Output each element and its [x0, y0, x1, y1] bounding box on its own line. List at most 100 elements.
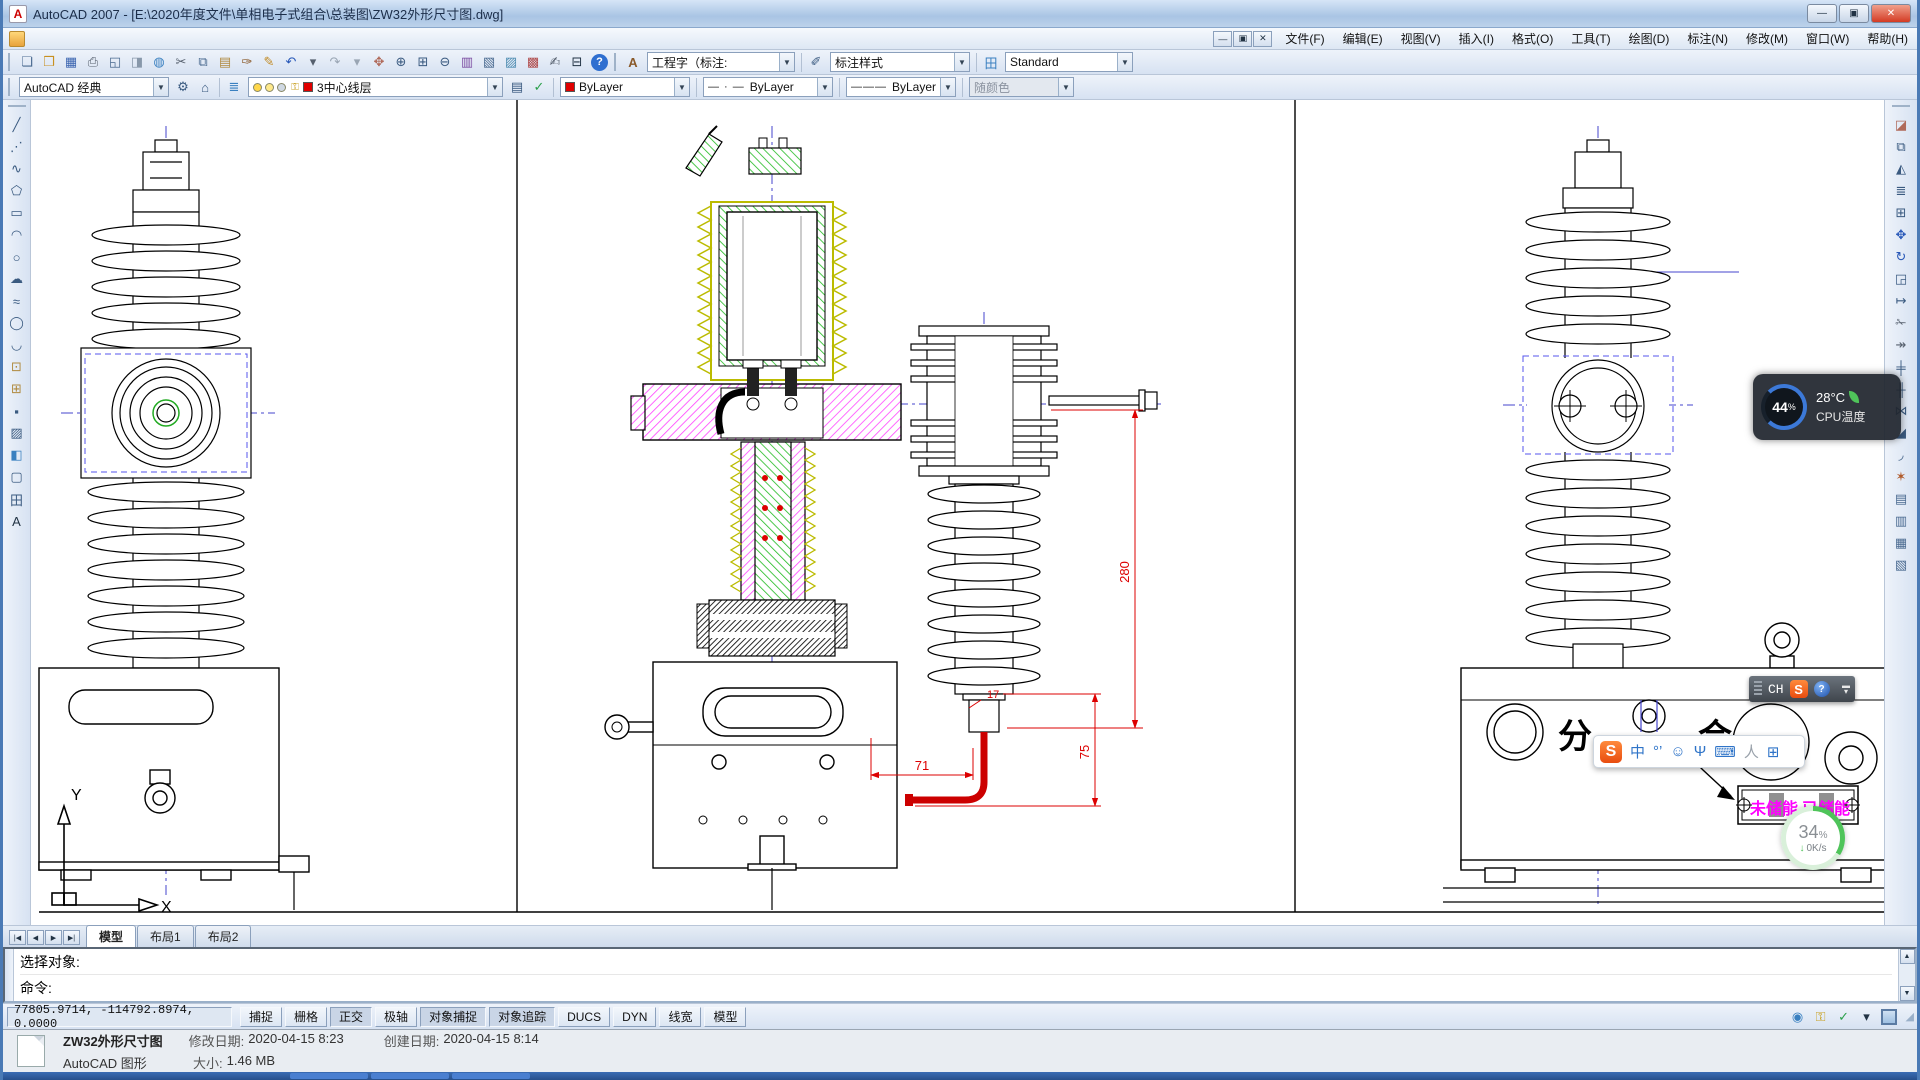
command-window[interactable]: 选择对象: 命令: ▲ ▼	[3, 947, 1917, 1003]
chevron-down-icon[interactable]: ▼	[1117, 53, 1132, 71]
draworder-under-icon[interactable]: ▧	[1890, 554, 1912, 576]
properties-icon[interactable]: ▥	[456, 52, 478, 73]
toolbox-icon[interactable]: ⊞	[1767, 743, 1780, 761]
rectangle-icon[interactable]: ▭	[6, 202, 28, 224]
clean-screen-button[interactable]	[1881, 1009, 1897, 1025]
stretch-icon[interactable]: ↦	[1890, 290, 1912, 312]
chevron-down-icon[interactable]: ▼	[940, 78, 955, 96]
language-bar[interactable]: CH S ? ▬▾	[1749, 676, 1855, 702]
mdi-minimize-button[interactable]: —	[1213, 31, 1232, 47]
gradient-icon[interactable]: ◧	[6, 444, 28, 466]
hatch-icon[interactable]: ▨	[6, 422, 28, 444]
pan-icon[interactable]: ✥	[368, 52, 390, 73]
scroll-down-icon[interactable]: ▼	[1900, 986, 1915, 1001]
color-control-dropdown[interactable]: ByLayer ▼	[560, 77, 690, 97]
chevron-down-icon[interactable]: ▼	[487, 78, 502, 96]
menu-item[interactable]: 视图(V)	[1392, 28, 1450, 49]
point-icon[interactable]: ▪	[6, 400, 28, 422]
drawing-canvas[interactable]: Y X	[31, 100, 1884, 925]
open-file-icon[interactable]: ❒	[38, 52, 60, 73]
scroll-up-icon[interactable]: ▲	[1900, 949, 1915, 964]
language-indicator[interactable]: CH	[1768, 682, 1784, 697]
markup-icon[interactable]: ✍	[544, 52, 566, 73]
voice-input-icon[interactable]: Ψ	[1694, 743, 1707, 760]
taskbar-button[interactable]	[452, 1073, 530, 1079]
menu-item[interactable]: 绘图(D)	[1620, 28, 1679, 49]
arc-icon[interactable]: ◠	[6, 224, 28, 246]
text-style-icon[interactable]: A	[622, 52, 644, 73]
taskbar-button[interactable]	[371, 1073, 449, 1079]
tab-layout1[interactable]: 布局1	[137, 925, 194, 947]
punctuation-icon[interactable]: °’	[1653, 743, 1662, 760]
ellipse-icon[interactable]: ◯	[6, 312, 28, 334]
drag-handle-icon[interactable]	[1754, 681, 1762, 697]
draworder-front-icon[interactable]: ▤	[1890, 488, 1912, 510]
mtext-icon[interactable]: A	[6, 510, 28, 532]
extend-icon[interactable]: ↠	[1890, 334, 1912, 356]
menu-item[interactable]: 编辑(E)	[1334, 28, 1392, 49]
ellipse-arc-icon[interactable]: ◡	[6, 334, 28, 356]
revision-cloud-icon[interactable]: ☁	[6, 268, 28, 290]
menu-item[interactable]: 文件(F)	[1276, 28, 1333, 49]
redo-icon[interactable]: ↷	[324, 52, 346, 73]
plot-icon[interactable]: ⎙	[82, 52, 104, 73]
insert-block-icon[interactable]: ⊡	[6, 356, 28, 378]
layer-states-icon[interactable]: ▤	[506, 77, 528, 98]
annotation-icon[interactable]: ✓	[1835, 1008, 1853, 1026]
chevron-down-icon[interactable]: ▼	[817, 78, 832, 96]
command-scrollbar[interactable]: ▲ ▼	[1898, 949, 1915, 1001]
construction-line-icon[interactable]: ⋰	[6, 136, 28, 158]
menu-item[interactable]: 窗口(W)	[1797, 28, 1858, 49]
draworder-above-icon[interactable]: ▦	[1890, 532, 1912, 554]
table-icon[interactable]: 田	[6, 488, 28, 510]
zoom-realtime-icon[interactable]: ⊕	[390, 52, 412, 73]
communication-center-icon[interactable]: ◉	[1789, 1008, 1807, 1026]
fillet-icon[interactable]: ◞	[1890, 444, 1912, 466]
layer-color-swatch[interactable]	[303, 82, 313, 92]
grid-toggle[interactable]: 栅格	[285, 1007, 327, 1027]
trim-icon[interactable]: ✁	[1890, 312, 1912, 334]
etransmit-icon[interactable]: ◍	[148, 52, 170, 73]
workspace-settings-icon[interactable]: ⚙	[172, 77, 194, 98]
help-icon[interactable]: ?	[591, 54, 608, 71]
tool-palettes-icon[interactable]: ▨	[500, 52, 522, 73]
my-workspace-icon[interactable]: ⌂	[194, 77, 216, 98]
table-style-icon[interactable]: 田	[980, 52, 1002, 73]
taskbar[interactable]	[3, 1072, 1917, 1080]
menu-item[interactable]: 插入(I)	[1450, 28, 1503, 49]
rotate-icon[interactable]: ↻	[1890, 246, 1912, 268]
sheetset-manager-icon[interactable]: ▩	[522, 52, 544, 73]
zoom-window-icon[interactable]: ⊞	[412, 52, 434, 73]
sogou-logo-icon[interactable]: S	[1790, 680, 1808, 698]
ime-help-icon[interactable]: ?	[1814, 681, 1830, 697]
menu-item[interactable]: 格式(O)	[1503, 28, 1562, 49]
cut-icon[interactable]: ✂	[170, 52, 192, 73]
move-icon[interactable]: ✥	[1890, 224, 1912, 246]
menu-item[interactable]: 修改(M)	[1737, 28, 1797, 49]
copy-object-icon[interactable]: ⧉	[1890, 136, 1912, 158]
download-progress-widget[interactable]: 34% ↓ 0K/s	[1781, 806, 1845, 870]
plot-preview-icon[interactable]: ◱	[104, 52, 126, 73]
tab-nav-button[interactable]: ▶	[45, 930, 62, 945]
chevron-down-icon[interactable]: ▼	[779, 53, 794, 71]
explode-icon[interactable]: ✶	[1890, 466, 1912, 488]
spline-icon[interactable]: ≈	[6, 290, 28, 312]
osnap-toggle[interactable]: 对象捕捉	[420, 1007, 486, 1027]
publish-icon[interactable]: ◨	[126, 52, 148, 73]
model-space-toggle[interactable]: 模型	[704, 1007, 746, 1027]
line-icon[interactable]: ╱	[6, 114, 28, 136]
chinese-mode-icon[interactable]: 中	[1630, 741, 1645, 762]
soft-keyboard-icon[interactable]: ⌨	[1714, 743, 1736, 761]
undo-icon[interactable]: ↶	[280, 52, 302, 73]
make-block-icon[interactable]: ⊞	[6, 378, 28, 400]
menu-item[interactable]: 标注(N)	[1678, 28, 1737, 49]
sogou-logo-icon[interactable]: S	[1600, 741, 1622, 763]
mdi-restore-button[interactable]: ▣	[1233, 31, 1252, 47]
minimize-button[interactable]: —	[1807, 4, 1837, 23]
offset-icon[interactable]: ≣	[1890, 180, 1912, 202]
mdi-close-button[interactable]: ✕	[1253, 31, 1272, 47]
chevron-down-icon[interactable]: ▼	[153, 78, 168, 96]
text-style-dropdown[interactable]: 工程字（标注:▼	[647, 52, 795, 72]
zoom-previous-icon[interactable]: ⊖	[434, 52, 456, 73]
scale-icon[interactable]: ◲	[1890, 268, 1912, 290]
